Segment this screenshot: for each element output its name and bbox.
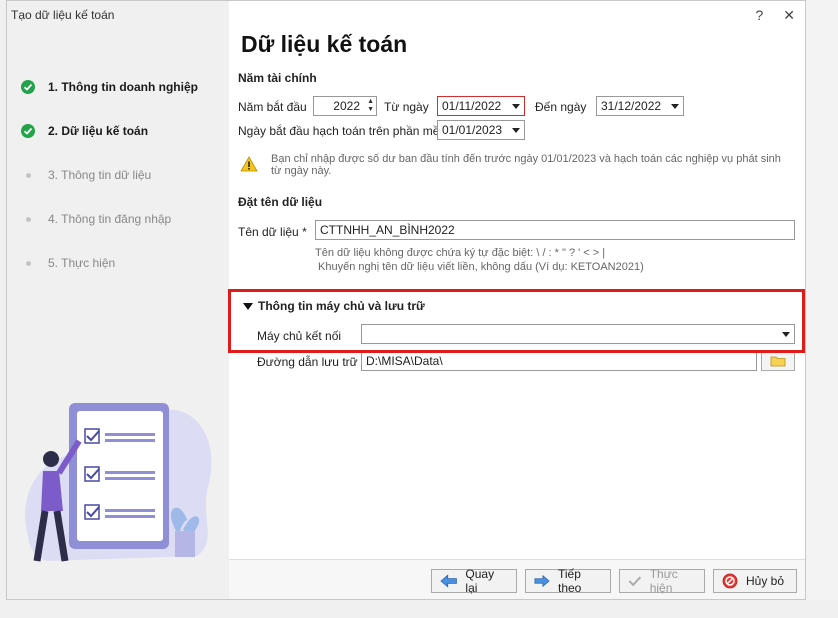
start-year-value: 2022 xyxy=(333,99,360,113)
checkmark-icon xyxy=(628,576,642,587)
execute-label: Thực hiện xyxy=(649,567,678,595)
wizard-step-panel: Tạo dữ liệu kế toán 1. Thông tin doanh n… xyxy=(7,1,229,599)
window-controls: ? ✕ xyxy=(755,7,795,24)
cancel-button[interactable]: Hủy bỏ xyxy=(713,569,797,593)
step-execute: 5. Thực hiện xyxy=(21,253,115,273)
accounting-start-picker[interactable]: 01/01/2023 xyxy=(437,120,525,140)
next-button[interactable]: Tiếp theo xyxy=(525,567,611,595)
checkmark-icon xyxy=(21,80,35,94)
arrow-right-icon xyxy=(534,574,550,588)
highlight-box xyxy=(228,289,805,353)
storage-path-input[interactable]: D:\MISA\Data\ xyxy=(361,351,757,371)
data-name-input[interactable]: CTTNHH_AN_BÌNH2022 xyxy=(315,220,795,240)
step-label: 5. Thực hiện xyxy=(48,256,116,270)
checklist-illustration xyxy=(25,403,212,562)
step-label: 1. Thông tin doanh nghiệp xyxy=(48,80,198,94)
fiscal-year-heading: Năm tài chính xyxy=(238,71,317,85)
dropdown-arrow-icon[interactable] xyxy=(512,104,520,109)
step-dot-icon xyxy=(21,212,35,226)
window-title: Tạo dữ liệu kế toán xyxy=(11,8,115,22)
step-label: 2. Dữ liệu kế toán xyxy=(48,124,149,138)
step-data-info: 3. Thông tin dữ liệu xyxy=(21,165,151,185)
accounting-start-value: 01/01/2023 xyxy=(442,123,503,137)
page-title: Dữ liệu kế toán xyxy=(241,31,408,57)
dropdown-arrow-icon[interactable] xyxy=(512,128,520,133)
desktop-bottom-edge xyxy=(0,600,838,618)
help-button[interactable]: ? xyxy=(755,7,763,24)
desktop-right-edge xyxy=(806,0,838,618)
data-name-heading: Đặt tên dữ liệu xyxy=(238,195,323,209)
spinner-arrows-icon[interactable]: ▲ ▼ xyxy=(367,98,374,114)
back-label: Quay lại xyxy=(465,567,495,595)
to-date-label: Đến ngày xyxy=(535,100,587,114)
back-button[interactable]: Quay lại xyxy=(431,567,517,595)
storage-path-label: Đường dẫn lưu trữ * xyxy=(257,355,366,369)
warning-text: Bạn chỉ nhập được số dư ban đầu tính đến… xyxy=(271,153,781,177)
data-name-value: CTTNHH_AN_BÌNH2022 xyxy=(320,223,455,237)
execute-button[interactable]: Thực hiện xyxy=(619,567,705,595)
checkmark-icon xyxy=(21,124,35,138)
cancel-icon xyxy=(722,573,738,589)
arrow-left-icon xyxy=(440,574,457,588)
wizard-footer: Quay lại Tiếp theo Thực hiện Hủy bỏ xyxy=(229,559,805,599)
step-login-info: 4. Thông tin đăng nhập xyxy=(21,209,171,229)
step-accounting-data[interactable]: 2. Dữ liệu kế toán xyxy=(21,121,148,141)
accounting-start-label: Ngày bắt đầu hạch toán trên phần mềm xyxy=(238,124,450,138)
folder-icon xyxy=(770,356,786,367)
dropdown-arrow-icon[interactable] xyxy=(671,104,679,109)
from-date-label: Từ ngày xyxy=(384,100,429,114)
step-dot-icon xyxy=(21,168,35,182)
cancel-label: Hủy bỏ xyxy=(746,574,785,588)
close-button[interactable]: ✕ xyxy=(783,7,795,24)
warning-icon xyxy=(240,156,258,172)
data-name-label: Tên dữ liệu * xyxy=(238,225,307,239)
to-date-value: 31/12/2022 xyxy=(601,99,662,113)
step-label: 3. Thông tin dữ liệu xyxy=(48,168,152,182)
data-name-hint-special-chars: Tên dữ liệu không được chứa ký tự đặc bi… xyxy=(315,247,606,259)
next-label: Tiếp theo xyxy=(557,567,582,595)
start-year-spinner[interactable]: 2022 ▲ ▼ xyxy=(313,96,377,116)
start-year-label: Năm bắt đầu xyxy=(238,100,307,114)
step-label: 4. Thông tin đăng nhập xyxy=(48,212,172,226)
storage-path-value: D:\MISA\Data\ xyxy=(366,354,443,368)
browse-folder-button[interactable] xyxy=(761,351,795,371)
from-date-picker[interactable]: 01/11/2022 xyxy=(437,96,525,116)
from-date-value: 01/11/2022 xyxy=(442,99,502,113)
data-name-hint-recommendation: Khuyến nghị tên dữ liệu viết liền, không… xyxy=(318,261,644,273)
step-company-info[interactable]: 1. Thông tin doanh nghiệp xyxy=(21,77,198,97)
step-dot-icon xyxy=(21,256,35,270)
to-date-picker[interactable]: 31/12/2022 xyxy=(596,96,684,116)
